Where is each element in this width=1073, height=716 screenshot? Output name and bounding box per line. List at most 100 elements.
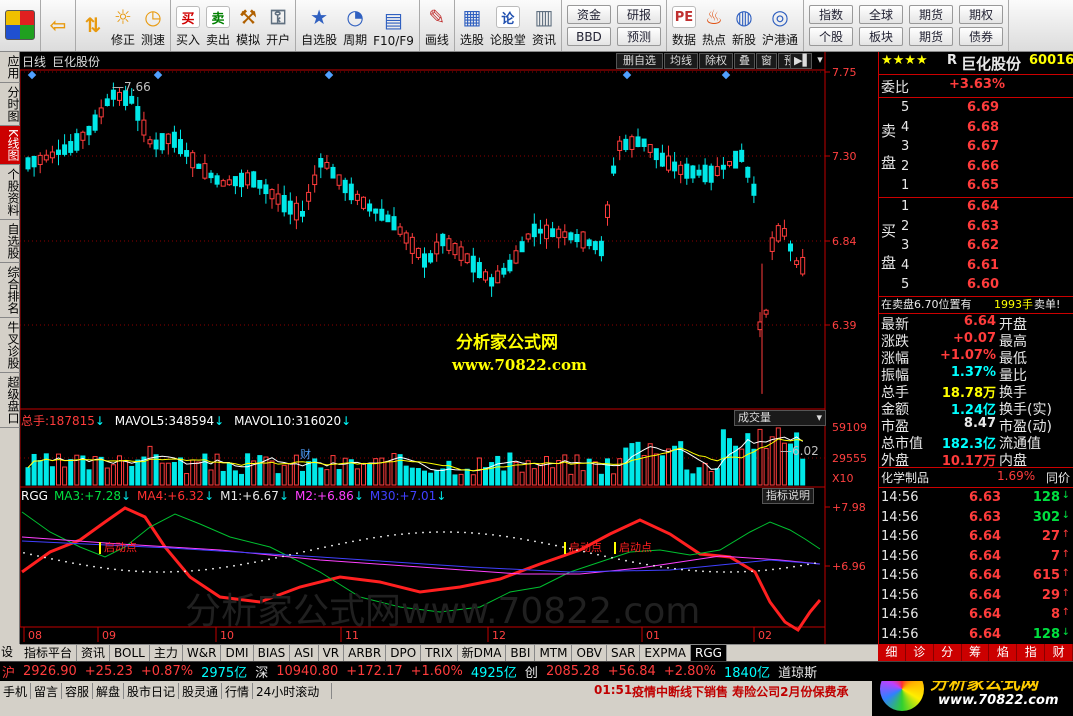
candle-body bbox=[226, 179, 232, 186]
price-annotation-low: —6.02 bbox=[780, 444, 819, 458]
right-panel-tab-4[interactable]: 焰 bbox=[989, 644, 1018, 661]
chart-header-button-4[interactable]: 窗 bbox=[756, 53, 777, 69]
left-tab-2[interactable]: K线图 bbox=[0, 126, 20, 165]
toolbar-small-button[interactable]: 全球 bbox=[859, 5, 904, 24]
hammer-button[interactable]: ⚒ 模拟 bbox=[233, 0, 263, 51]
right-panel-tab-1[interactable]: 诊 bbox=[906, 644, 934, 661]
fire-button[interactable]: ♨ 热点 bbox=[699, 0, 729, 51]
f10-button[interactable]: ▤ F10/F9 bbox=[370, 0, 417, 51]
event-marker-icon[interactable] bbox=[324, 70, 334, 80]
status-button-4[interactable]: 股市日记 bbox=[124, 683, 179, 699]
left-tab-6[interactable]: 牛叉诊股 bbox=[0, 318, 20, 373]
candle-body bbox=[708, 165, 714, 183]
pin-icon[interactable]: ▶▌ bbox=[790, 53, 812, 69]
status-button-2[interactable]: 容服 bbox=[62, 683, 93, 699]
news-ticker[interactable]: 疫情中断线下销售 寿险公司2月份保费承 bbox=[632, 683, 849, 700]
pencil-icon: ✎ bbox=[428, 5, 446, 29]
indicator-tab-dpo[interactable]: DPO bbox=[386, 645, 422, 661]
chevron-down-icon[interactable]: ▾ bbox=[814, 53, 826, 69]
indicator-help-button[interactable]: 指标说明 bbox=[762, 488, 814, 504]
indicator-tab-vr[interactable]: VR bbox=[319, 645, 345, 661]
kline-chart-svg[interactable]: 7.757.306.846.3908 09 10 11 12 01 025910929555… bbox=[20, 52, 878, 644]
indicator-tab-boll[interactable]: BOLL bbox=[110, 645, 150, 661]
status-button-5[interactable]: 股灵通 bbox=[179, 683, 222, 699]
toolbar-small-button[interactable]: 期货 bbox=[909, 27, 954, 46]
volume-bar bbox=[501, 470, 507, 486]
volume-dropdown[interactable]: 成交量 ▾ bbox=[734, 410, 826, 426]
status-button-7[interactable]: 24小时滚动 bbox=[253, 683, 332, 699]
candle-body bbox=[74, 133, 80, 151]
indicator-tab-[interactable]: 主力 bbox=[150, 645, 183, 661]
toolbar-small-button[interactable]: BBD bbox=[566, 27, 611, 46]
left-tab-1[interactable]: 分时图 bbox=[0, 83, 20, 126]
left-tab-0[interactable]: 应用 bbox=[0, 52, 20, 83]
toolbar-small-button[interactable]: 期权 bbox=[959, 5, 1004, 24]
finance-marker[interactable]: 财 bbox=[300, 446, 311, 462]
toolbar-small-button[interactable]: 指数 bbox=[809, 5, 854, 24]
left-tab-3[interactable]: 个股资料 bbox=[0, 165, 20, 220]
indicator-tab-asi[interactable]: ASI bbox=[290, 645, 319, 661]
status-button-3[interactable]: 解盘 bbox=[93, 683, 124, 699]
indicator-tab-rgg[interactable]: RGG bbox=[691, 645, 727, 661]
candle-body bbox=[348, 183, 354, 201]
left-tab-7[interactable]: 超级盘口 bbox=[0, 373, 20, 428]
right-panel-tab-0[interactable]: 细 bbox=[878, 644, 906, 661]
chart-header-button-3[interactable]: 叠 bbox=[734, 53, 755, 69]
up-down-button[interactable]: ⇅ bbox=[78, 0, 108, 51]
new-stock-button[interactable]: ◍ 新股 bbox=[729, 0, 759, 51]
toolbar-small-button[interactable]: 预测 bbox=[616, 27, 661, 46]
right-panel-tab-3[interactable]: 筹 bbox=[962, 644, 990, 661]
settings-button[interactable]: 设置 bbox=[0, 644, 20, 675]
right-panel-tab-6[interactable]: 财 bbox=[1045, 644, 1073, 661]
right-panel-tab-2[interactable]: 分 bbox=[934, 644, 962, 661]
quote-title: ★★★★ R 巨化股份 60016 bbox=[879, 53, 1073, 73]
indicator-tab-mtm[interactable]: MTM bbox=[535, 645, 573, 661]
right-panel-tab-5[interactable]: 指 bbox=[1017, 644, 1046, 661]
chart-header-button-0[interactable]: 删自选 bbox=[616, 53, 663, 69]
news-button[interactable]: ▥ 资讯 bbox=[529, 0, 559, 51]
toolbar-small-button[interactable]: 研报 bbox=[616, 5, 661, 24]
chart-header-button-1[interactable]: 均线 bbox=[664, 53, 698, 69]
pe-button[interactable]: PE 数据 bbox=[669, 0, 699, 51]
star-button[interactable]: ★ 自选股 bbox=[298, 0, 340, 51]
candle-body bbox=[525, 233, 531, 240]
status-button-1[interactable]: 留言 bbox=[31, 683, 62, 699]
toolbar-small-button[interactable]: 板块 bbox=[859, 27, 904, 46]
app-logo-icon[interactable] bbox=[2, 0, 38, 51]
indicator-tab-[interactable]: 资讯 bbox=[77, 645, 111, 661]
status-button-6[interactable]: 行情 bbox=[222, 683, 253, 699]
arrow-left-button[interactable]: ⇦ bbox=[43, 0, 73, 51]
indicator-tab-dmi[interactable]: DMI bbox=[221, 645, 254, 661]
left-tab-5[interactable]: 综合排名 bbox=[0, 263, 20, 318]
kline-chart-area[interactable]: 7.75 7.30 6.84 6.39 08 09 10 11 12 01 02 59109 29555… bbox=[20, 52, 878, 644]
revise-button[interactable]: ☼ 修正 bbox=[108, 0, 138, 51]
indicator-tab-bias[interactable]: BIAS bbox=[254, 645, 291, 661]
screen-button[interactable]: ▦ 选股 bbox=[457, 0, 487, 51]
indicator-tab-expma[interactable]: EXPMA bbox=[640, 645, 692, 661]
candle-body bbox=[397, 226, 403, 235]
buy-button[interactable]: 买买入 bbox=[173, 0, 203, 51]
forum-button[interactable]: 论论股堂 bbox=[487, 0, 529, 51]
toolbar-small-button[interactable]: 债券 bbox=[959, 27, 1004, 46]
indicator-tab-dma[interactable]: 新DMA bbox=[458, 645, 507, 661]
toolbar-small-button[interactable]: 个股 bbox=[809, 27, 854, 46]
hk-button[interactable]: ◎ 沪港通 bbox=[759, 0, 801, 51]
period-button[interactable]: ◔ 周期 bbox=[340, 0, 370, 51]
indicator-tab-[interactable]: 指标平台 bbox=[20, 645, 78, 661]
toolbar-small-button[interactable]: 期货 bbox=[909, 5, 954, 24]
indicator-tab-arbr[interactable]: ARBR bbox=[344, 645, 387, 661]
indicator-tab-bbi[interactable]: BBI bbox=[506, 645, 536, 661]
indicator-tab-sar[interactable]: SAR bbox=[607, 645, 641, 661]
indicator-tab-obv[interactable]: OBV bbox=[572, 645, 608, 661]
left-tab-4[interactable]: 自选股 bbox=[0, 220, 20, 263]
event-marker-icon[interactable] bbox=[27, 70, 37, 80]
indicator-tab-wr[interactable]: W&R bbox=[183, 645, 222, 661]
lock-button[interactable]: ⚿ 开户 bbox=[263, 0, 293, 51]
status-button-0[interactable]: 手机 bbox=[0, 683, 31, 699]
indicator-tab-trix[interactable]: TRIX bbox=[421, 645, 458, 661]
sell-button[interactable]: 卖卖出 bbox=[203, 0, 233, 51]
pencil-button[interactable]: ✎ 画线 bbox=[422, 0, 452, 51]
clock-button[interactable]: ◷ 测速 bbox=[138, 0, 168, 51]
toolbar-small-button[interactable]: 资金 bbox=[566, 5, 611, 24]
chart-header-button-2[interactable]: 除权 bbox=[699, 53, 733, 69]
